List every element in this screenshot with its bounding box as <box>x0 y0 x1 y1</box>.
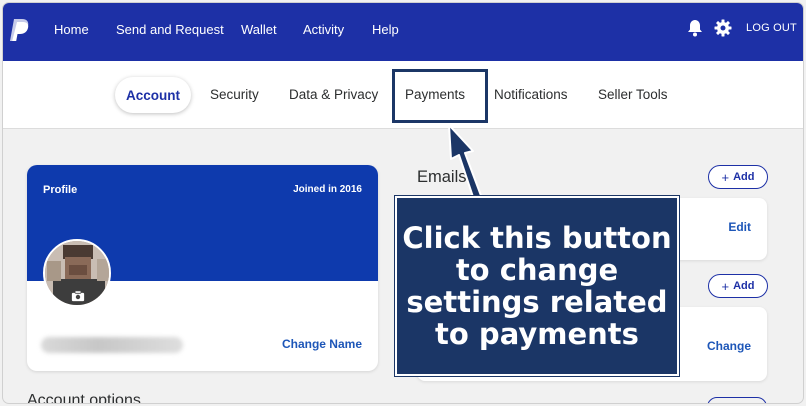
nav-home[interactable]: Home <box>54 22 89 37</box>
app-window: Home Send and Request Wallet Activity He… <box>3 3 803 403</box>
add-phone-label: Add <box>733 280 755 292</box>
add-phone-button[interactable]: + Add <box>708 274 768 298</box>
tab-seller-tools[interactable]: Seller Tools <box>598 87 668 102</box>
nav-wallet[interactable]: Wallet <box>241 22 277 37</box>
plus-icon: + <box>721 169 730 185</box>
change-name-link[interactable]: Change Name <box>282 337 362 351</box>
blurred-user-name <box>41 337 183 353</box>
payments-highlight-box <box>392 69 488 123</box>
nav-activity[interactable]: Activity <box>303 22 344 37</box>
callout-text: Click this button to change settings rel… <box>402 221 672 351</box>
add-address-button[interactable] <box>707 397 767 403</box>
joined-date: Joined in 2016 <box>293 184 362 195</box>
add-email-button[interactable]: + Add <box>708 165 768 189</box>
nav-send-request[interactable]: Send and Request <box>116 22 224 37</box>
gear-icon[interactable] <box>714 19 732 37</box>
logout-button[interactable]: LOG OUT <box>746 22 797 34</box>
tab-notifications[interactable]: Notifications <box>494 87 568 102</box>
nav-help[interactable]: Help <box>372 22 399 37</box>
edit-email-link[interactable]: Edit <box>728 220 751 234</box>
tab-security[interactable]: Security <box>210 87 259 102</box>
add-email-label: Add <box>733 171 755 183</box>
arrow-pointer-icon <box>448 124 484 204</box>
tab-data-privacy[interactable]: Data & Privacy <box>289 87 378 102</box>
bell-icon[interactable] <box>687 19 703 37</box>
profile-card: Profile Joined in 2016 Change Name <box>27 165 378 371</box>
tab-account[interactable]: Account <box>115 77 191 113</box>
account-options-heading: Account options <box>27 392 141 403</box>
top-nav: Home Send and Request Wallet Activity He… <box>3 3 803 61</box>
change-phone-link[interactable]: Change <box>707 339 751 353</box>
camera-icon[interactable] <box>71 290 85 302</box>
settings-tabs: Account Security Data & Privacy Payments… <box>3 61 803 129</box>
profile-label: Profile <box>43 184 78 196</box>
callout-box: Click this button to change settings rel… <box>394 195 680 377</box>
paypal-logo-icon[interactable] <box>9 17 31 43</box>
plus-icon: + <box>721 278 730 294</box>
